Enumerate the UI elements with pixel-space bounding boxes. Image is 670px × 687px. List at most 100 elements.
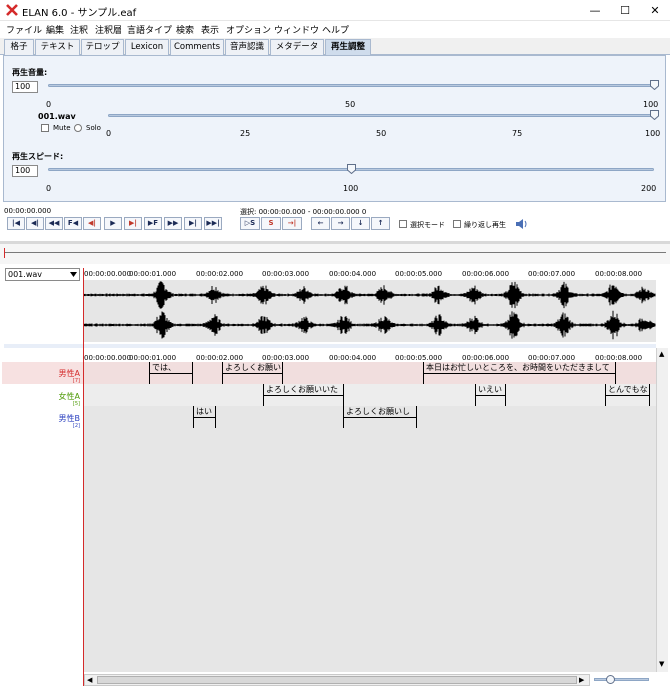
tab-text[interactable]: テキスト	[35, 39, 80, 55]
mute-checkbox[interactable]	[41, 124, 49, 132]
annotation[interactable]: いえい	[475, 384, 506, 406]
zoom-slider-track[interactable]	[594, 678, 649, 681]
tab-recognizer[interactable]: 音声認識	[225, 39, 269, 55]
annotation[interactable]: よろしくお願いいた	[263, 384, 344, 406]
volume-value-field[interactable]: 100	[12, 81, 38, 93]
close-button[interactable]: ✕	[640, 0, 670, 21]
tier-count-female-a: [5]	[72, 401, 80, 407]
tab-lexicon[interactable]: Lexicon	[125, 39, 169, 55]
go-to-begin-button[interactable]: |◀	[7, 217, 25, 230]
clear-selection-button[interactable]: S	[261, 217, 281, 230]
tier-up-button[interactable]: ↑	[371, 217, 390, 230]
speed-value-field[interactable]: 100	[12, 165, 38, 177]
menu-help[interactable]: ヘルプ	[322, 23, 349, 36]
speed-slider-knob[interactable]	[346, 164, 356, 174]
vertical-scrollbar[interactable]: ▲ ▼	[656, 348, 668, 672]
annotation[interactable]: よろしくお願い	[222, 362, 283, 384]
maximize-button[interactable]: ☐	[610, 0, 640, 21]
tier-splitter[interactable]	[4, 344, 656, 348]
media-select-value: 001.wav	[8, 270, 42, 279]
volume-tick: 100	[643, 100, 659, 109]
volume-tick: 0	[46, 100, 52, 109]
mute-label: Mute	[53, 124, 71, 132]
tab-metadata[interactable]: メタデータ	[270, 39, 324, 55]
speaker-icon[interactable]	[515, 218, 529, 230]
tab-grid[interactable]: 格子	[4, 39, 34, 55]
ruler-tick: 00:00:04.000	[329, 354, 377, 362]
track-volume-slider-knob[interactable]	[649, 110, 659, 120]
next-annotation-button[interactable]: →	[331, 217, 350, 230]
previous-frame-button[interactable]: ◀|	[26, 217, 44, 230]
menu-file[interactable]: ファイル	[6, 23, 42, 36]
waveform[interactable]	[84, 280, 656, 342]
loop-mode-label: 繰り返し再生	[464, 221, 506, 229]
annotation[interactable]: とんでもな	[605, 384, 650, 406]
time-series-strip	[0, 244, 670, 264]
menu-search[interactable]: 検索	[176, 23, 194, 36]
annotation[interactable]: では、	[149, 362, 193, 384]
track-name-label: 001.wav	[38, 112, 76, 121]
next-frame-button[interactable]: ▶|	[184, 217, 202, 230]
volume-slider-knob[interactable]	[649, 80, 659, 90]
go-to-end-button[interactable]: ▶▶|	[204, 217, 222, 230]
tab-subtitles[interactable]: テロップ	[81, 39, 124, 55]
zoom-slider-knob[interactable]	[606, 675, 615, 684]
step-back-second-button[interactable]: ◀◀	[45, 217, 63, 230]
tier-row-female-a[interactable]	[84, 384, 656, 406]
tier-down-button[interactable]: ↓	[351, 217, 370, 230]
tier-count-male-a: [7]	[72, 378, 80, 384]
ruler-tick: 00:00:03.000	[262, 270, 310, 278]
scroll-up-icon[interactable]: ▲	[659, 350, 664, 358]
previous-annotation-button[interactable]: ←	[311, 217, 330, 230]
track-volume-slider-track[interactable]	[108, 114, 654, 117]
speed-tick: 0	[46, 184, 52, 193]
menu-window[interactable]: ウィンドウ	[274, 23, 319, 36]
tab-bar: 格子 テキスト テロップ Lexicon Comments 音声認識 メタデータ…	[0, 38, 670, 55]
tab-comments[interactable]: Comments	[170, 39, 224, 55]
to-selection-end-button[interactable]: ▶|	[124, 217, 142, 230]
tab-playback-controls[interactable]: 再生調整	[325, 39, 371, 55]
ruler-tick: 00:00:00.000	[84, 354, 132, 362]
track-tick: 50	[376, 129, 387, 138]
minimize-button[interactable]: —	[580, 0, 610, 21]
annotation[interactable]: 本日はお忙しいところを、お時間をいただきまして	[423, 362, 616, 384]
ruler-tick: 00:00:02.000	[196, 354, 244, 362]
solo-radio[interactable]	[74, 124, 82, 132]
volume-slider-track[interactable]	[48, 84, 654, 87]
scroll-left-icon[interactable]: ◀	[87, 676, 92, 684]
to-selection-begin-button[interactable]: ◀|	[83, 217, 101, 230]
scroll-right-icon[interactable]: ▶	[579, 676, 584, 684]
ruler-tick: 00:00:04.000	[329, 270, 377, 278]
crosshair[interactable]	[83, 268, 84, 686]
selection-to-crosshair-button[interactable]: →|	[282, 217, 302, 230]
horizontal-scrollbar[interactable]: ◀ ▶	[84, 674, 590, 686]
overview-crosshair	[4, 248, 5, 258]
loop-mode-checkbox[interactable]	[453, 220, 461, 228]
menu-tier[interactable]: 注釈層	[95, 23, 122, 36]
annotation[interactable]: よろしくお願いし	[343, 406, 417, 428]
menu-linguistic-type[interactable]: 言語タイプ	[127, 23, 172, 36]
overview-line	[4, 252, 666, 253]
play-button[interactable]: ▶	[104, 217, 122, 230]
media-select[interactable]: 001.wav	[5, 268, 80, 281]
ruler-tick: 00:00:01.000	[129, 354, 177, 362]
frame-back-button[interactable]: F◀	[64, 217, 82, 230]
ruler-tick: 00:00:03.000	[262, 354, 310, 362]
horizontal-scroll-thumb[interactable]	[97, 676, 577, 684]
scroll-down-icon[interactable]: ▼	[659, 660, 664, 668]
speed-tick: 100	[343, 184, 359, 193]
menu-edit[interactable]: 編集	[46, 23, 64, 36]
menu-view[interactable]: 表示	[201, 23, 219, 36]
annotation[interactable]: はい	[193, 406, 216, 428]
frame-forward-button[interactable]: ▶F	[144, 217, 162, 230]
ruler-tick: 00:00:00.000	[84, 270, 132, 278]
selection-mode-checkbox[interactable]	[399, 220, 407, 228]
menu-annotation[interactable]: 注釈	[70, 23, 88, 36]
selection-info: 選択: 00:00:00.000 - 00:00:00.000 0	[240, 208, 367, 216]
menu-options[interactable]: オプション	[226, 23, 271, 36]
play-selection-button[interactable]: ▷S	[240, 217, 260, 230]
step-forward-second-button[interactable]: ▶▶	[164, 217, 182, 230]
ruler-tick: 00:00:06.000	[462, 354, 510, 362]
window-title: ELAN 6.0 - サンプル.eaf	[22, 8, 137, 19]
ruler-tick: 00:00:07.000	[528, 354, 576, 362]
